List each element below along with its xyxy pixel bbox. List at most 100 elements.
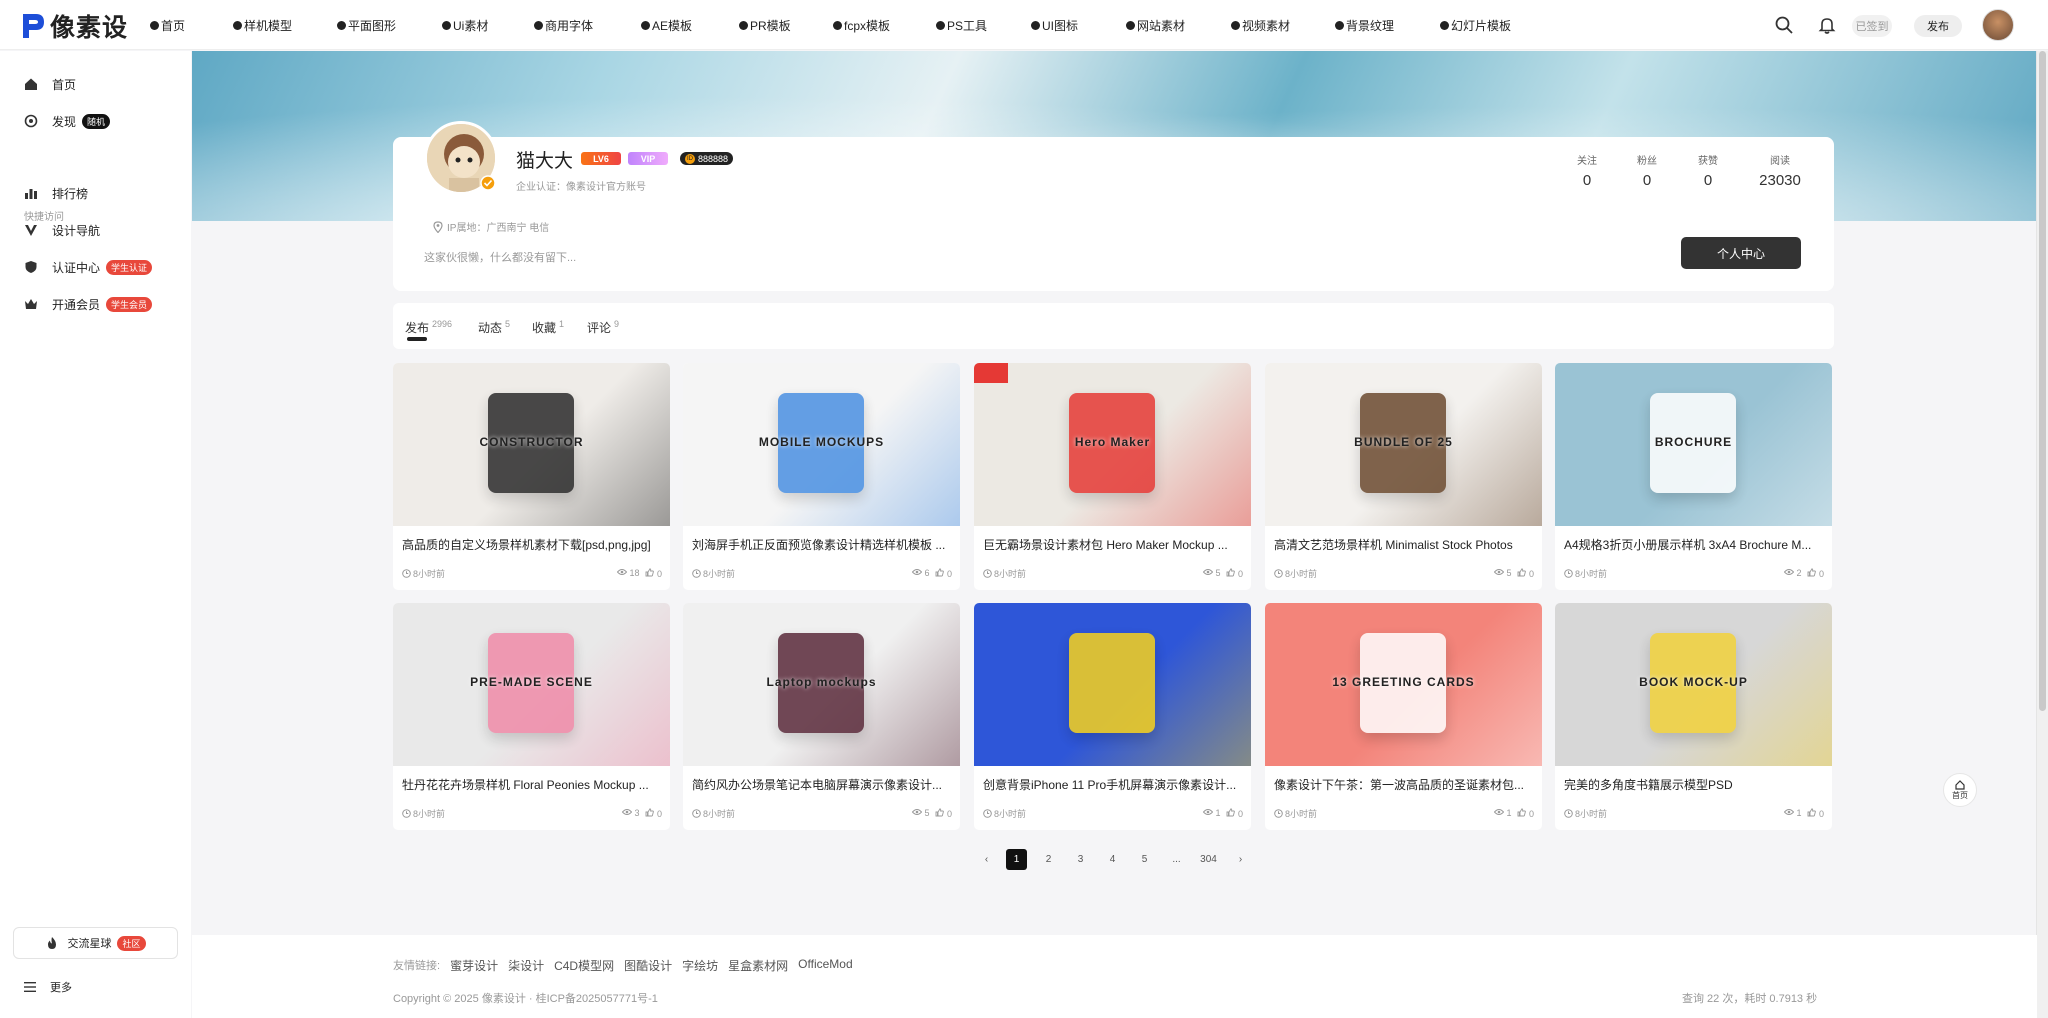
post-likes[interactable]: 0 (1807, 568, 1824, 579)
publish-button[interactable]: 发布 (1914, 15, 1962, 37)
post-card[interactable]: PRE-MADE SCENE 牡丹花花卉场景样机 Floral Peonies M… (393, 603, 670, 830)
sidebar-item-design-nav[interactable]: 设计导航 (24, 220, 100, 240)
post-title[interactable]: 完美的多角度书籍展示模型PSD (1564, 776, 1826, 793)
post-card[interactable]: 13 GREETING CARDS 像素设计下午茶：第一波高品质的圣诞素材包...… (1265, 603, 1542, 830)
post-title[interactable]: 高清文艺范场景样机 Minimalist Stock Photos (1274, 536, 1536, 553)
friend-link[interactable]: OfficeMod (798, 957, 852, 974)
nav-item-web[interactable]: 网站素材 (1126, 17, 1185, 34)
post-meta: 8小时前 1 0 (1274, 807, 1534, 820)
post-thumbnail[interactable]: BOOK MOCK-UP (1555, 603, 1832, 766)
post-meta: 8小时前 1 0 (983, 807, 1243, 820)
post-likes[interactable]: 0 (935, 808, 952, 819)
community-button[interactable]: 交流星球 社区 (13, 927, 178, 959)
site-logo[interactable]: 像素设 (20, 8, 128, 44)
post-thumbnail[interactable]: BUNDLE OF 25 (1265, 363, 1542, 526)
community-badge: 社区 (117, 935, 146, 951)
scrollbar[interactable] (2036, 51, 2048, 1018)
sidebar-item-membership[interactable]: 开通会员 学生会员 (24, 294, 153, 314)
post-thumbnail[interactable]: CONSTRUCTOR (393, 363, 670, 526)
logo-icon (23, 14, 44, 38)
post-thumbnail[interactable]: Laptop mockups (683, 603, 960, 766)
nav-item-ui-kit[interactable]: Ui素材 (442, 17, 488, 34)
prev-page-button[interactable]: ‹ (976, 849, 997, 870)
tab-favorites[interactable]: 收藏 1 (532, 319, 564, 336)
post-thumbnail[interactable]: 13 GREETING CARDS (1265, 603, 1542, 766)
more-menu[interactable]: 更多 (24, 979, 72, 995)
nav-item-font[interactable]: 商用字体 (534, 17, 593, 34)
bell-icon[interactable] (1817, 15, 1837, 35)
post-card[interactable]: Hero Maker 巨无霸场景设计素材包 Hero Maker Mockup .… (974, 363, 1251, 590)
friend-link[interactable]: 柒设计 (508, 957, 544, 974)
page-button[interactable]: 1 (1006, 849, 1027, 870)
friend-link[interactable]: 蜜芽设计 (450, 957, 498, 974)
sidebar-item-discover[interactable]: 发现 随机 (24, 111, 111, 131)
post-thumbnail[interactable]: Hero Maker (974, 363, 1251, 526)
tab-posts[interactable]: 发布 2996 (405, 319, 452, 336)
nav-item-ui-icon[interactable]: UI图标 (1031, 17, 1078, 34)
post-views-count: 1 (1215, 808, 1221, 818)
nav-item-graphic[interactable]: 平面图形 (337, 17, 396, 34)
post-card[interactable]: 创意背景iPhone 11 Pro手机屏幕演示像素设计... 8小时前 1 0 (974, 603, 1251, 830)
page-button[interactable]: ... (1166, 849, 1187, 870)
page-button[interactable]: 304 (1198, 849, 1219, 870)
friend-link[interactable]: C4D模型网 (554, 957, 614, 974)
nav-item-ae[interactable]: AE模板 (641, 17, 692, 34)
friend-link[interactable]: 星盒素材网 (728, 957, 788, 974)
stat-fans-value[interactable]: 0 (1617, 172, 1677, 189)
signed-in-badge[interactable]: 已签到 (1852, 15, 1892, 37)
nav-item-mockup[interactable]: 样机模型 (233, 17, 292, 34)
scrollbar-thumb[interactable] (2039, 51, 2046, 711)
nav-item-ps-tools[interactable]: PS工具 (936, 17, 987, 34)
post-likes[interactable]: 0 (1226, 568, 1243, 579)
post-thumbnail[interactable]: BROCHURE (1555, 363, 1832, 526)
post-likes[interactable]: 0 (1517, 568, 1534, 579)
sidebar-item-home[interactable]: 首页 (24, 74, 76, 94)
next-page-button[interactable]: › (1230, 849, 1251, 870)
user-avatar[interactable] (1982, 9, 2014, 41)
post-title[interactable]: 高品质的自定义场景样机素材下载[psd,png,jpg] (402, 536, 664, 553)
nav-item-video[interactable]: 视频素材 (1231, 17, 1290, 34)
post-title[interactable]: 牡丹花花卉场景样机 Floral Peonies Mockup ... (402, 776, 664, 793)
post-title[interactable]: A4规格3折页小册展示样机 3xA4 Brochure M... (1564, 536, 1826, 553)
post-card[interactable]: CONSTRUCTOR 高品质的自定义场景样机素材下载[psd,png,jpg] 8… (393, 363, 670, 590)
nav-item-fcpx[interactable]: fcpx模板 (833, 17, 890, 34)
page-button[interactable]: 5 (1134, 849, 1155, 870)
post-likes[interactable]: 0 (1807, 808, 1824, 819)
tab-activity[interactable]: 动态 5 (478, 319, 510, 336)
post-card[interactable]: MOBILE MOCKUPS 刘海屏手机正反面预览像素设计精选样机模板 ... 8小… (683, 363, 960, 590)
post-thumbnail[interactable] (974, 603, 1251, 766)
post-thumbnail[interactable]: MOBILE MOCKUPS (683, 363, 960, 526)
post-title[interactable]: 巨无霸场景设计素材包 Hero Maker Mockup ... (983, 536, 1245, 553)
post-card[interactable]: Laptop mockups 简约风办公场景笔记本电脑屏幕演示像素设计... 8小时… (683, 603, 960, 830)
post-likes[interactable]: 0 (645, 808, 662, 819)
post-title[interactable]: 简约风办公场景笔记本电脑屏幕演示像素设计... (692, 776, 954, 793)
post-likes[interactable]: 0 (1517, 808, 1534, 819)
post-likes[interactable]: 0 (935, 568, 952, 579)
post-card[interactable]: BUNDLE OF 25 高清文艺范场景样机 Minimalist Stock P… (1265, 363, 1542, 590)
nav-item-texture[interactable]: 背景纹理 (1335, 17, 1394, 34)
page-button[interactable]: 4 (1102, 849, 1123, 870)
page-button[interactable]: 2 (1038, 849, 1059, 870)
post-card[interactable]: BOOK MOCK-UP 完美的多角度书籍展示模型PSD 8小时前 1 0 (1555, 603, 1832, 830)
personal-center-button[interactable]: 个人中心 (1681, 237, 1801, 269)
stat-following-value[interactable]: 0 (1557, 172, 1617, 189)
nav-item-slides[interactable]: 幻灯片模板 (1440, 17, 1511, 34)
sidebar-item-certification[interactable]: 认证中心 学生认证 (24, 257, 153, 277)
post-likes[interactable]: 0 (1226, 808, 1243, 819)
sidebar-item-ranking[interactable]: 排行榜 (24, 183, 88, 203)
search-icon[interactable] (1774, 15, 1794, 35)
nav-item-home[interactable]: 首页 (150, 17, 185, 34)
back-to-top-button[interactable]: 首页 (1943, 773, 1977, 807)
page-button[interactable]: 3 (1070, 849, 1091, 870)
post-title[interactable]: 创意背景iPhone 11 Pro手机屏幕演示像素设计... (983, 776, 1245, 793)
nav-item-pr[interactable]: PR模板 (739, 17, 791, 34)
post-thumbnail[interactable]: PRE-MADE SCENE (393, 603, 670, 766)
post-likes[interactable]: 0 (645, 568, 662, 579)
friend-link[interactable]: 图酷设计 (624, 957, 672, 974)
post-title[interactable]: 刘海屏手机正反面预览像素设计精选样机模板 ... (692, 536, 954, 553)
post-card[interactable]: BROCHURE A4规格3折页小册展示样机 3xA4 Brochure M...… (1555, 363, 1832, 590)
tab-comments[interactable]: 评论 9 (587, 319, 619, 336)
post-title[interactable]: 像素设计下午茶：第一波高品质的圣诞素材包... (1274, 776, 1536, 793)
stat-likes-value[interactable]: 0 (1678, 172, 1738, 189)
friend-link[interactable]: 字绘坊 (682, 957, 718, 974)
